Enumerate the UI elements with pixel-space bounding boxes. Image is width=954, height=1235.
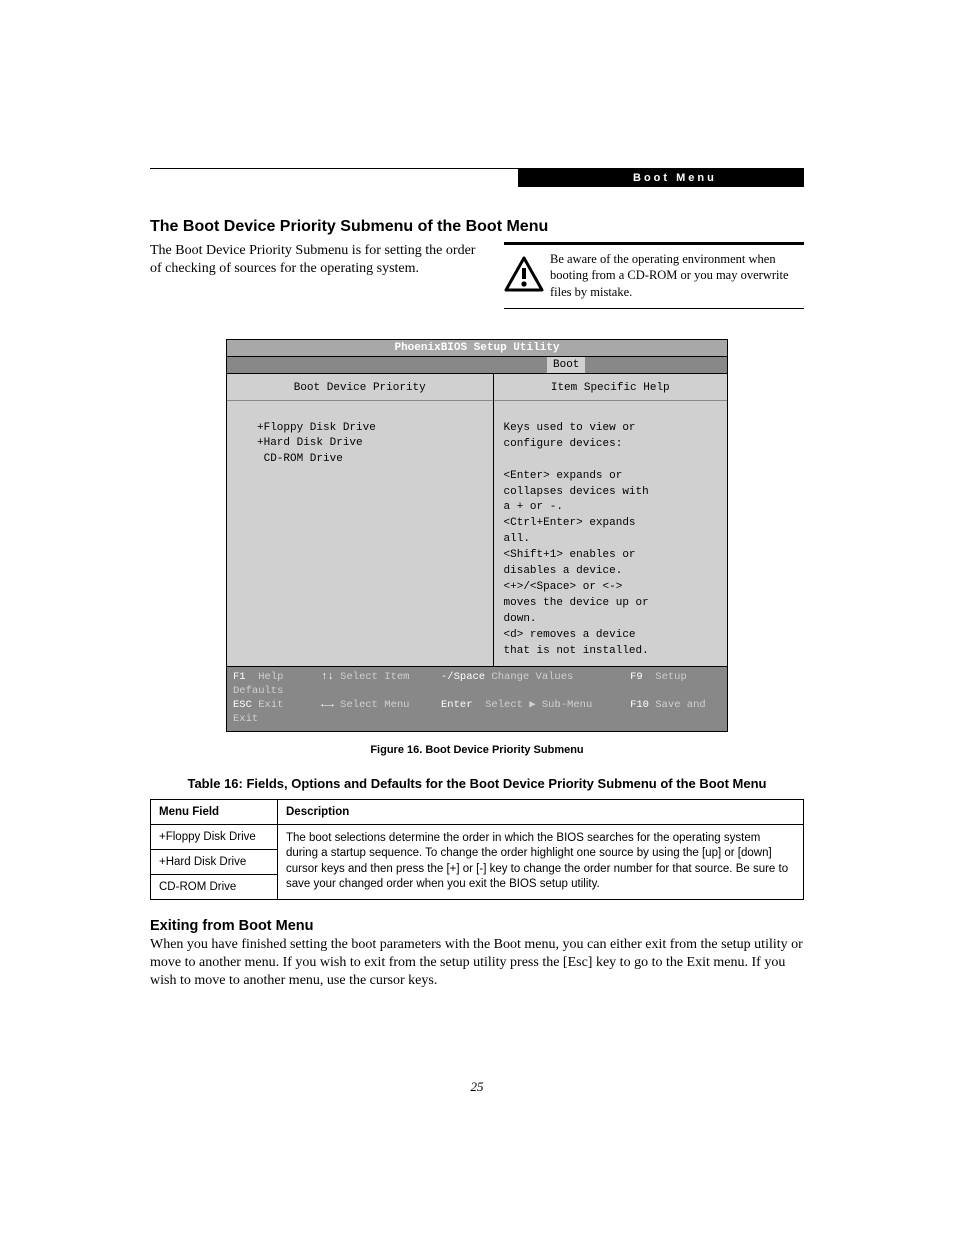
figure-caption: Figure 16. Boot Device Priority Submenu (150, 744, 804, 756)
bios-title: PhoenixBIOS Setup Utility (227, 340, 727, 357)
bios-key-f1-label: Help (258, 671, 283, 683)
bios-key-esc: ESC (233, 699, 252, 711)
intro-paragraph: The Boot Device Priority Submenu is for … (150, 242, 480, 277)
bios-help-text: Keys used to view or configure devices: … (504, 401, 717, 660)
table-caption: Table 16: Fields, Options and Defaults f… (150, 776, 804, 791)
bios-key-esc-label: Exit (258, 699, 283, 711)
exit-body: When you have finished setting the boot … (150, 936, 804, 991)
bios-key-enter: Enter (441, 699, 473, 711)
table-cell-description: The boot selections determine the order … (278, 824, 804, 899)
bios-key-minus-label: Change Values (491, 671, 573, 683)
bios-key-lr-label: Select Menu (340, 699, 409, 711)
bios-left-title: Boot Device Priority (237, 380, 483, 400)
table-header-description: Description (278, 799, 804, 824)
bios-right-title: Item Specific Help (504, 380, 717, 400)
bios-key-updown-label: Select Item (340, 671, 409, 683)
bios-device-list: +Floppy Disk Drive +Hard Disk Drive CD-R… (237, 401, 483, 467)
bios-active-tab: Boot (547, 357, 585, 373)
fields-table: Menu Field Description +Floppy Disk Driv… (150, 799, 804, 900)
warning-text: Be aware of the operating environment wh… (544, 251, 804, 300)
table-cell-menu-field: +Hard Disk Drive (151, 849, 278, 874)
warning-icon (504, 256, 544, 294)
bios-key-f9: F9 (630, 671, 643, 683)
bios-key-f1: F1 (233, 671, 246, 683)
bios-footer: F1 Help ↑↓ Select Item -/Space Change Va… (227, 666, 727, 731)
bios-key-enter-label: Select ▶ Sub-Menu (485, 699, 592, 711)
table-cell-menu-field: +Floppy Disk Drive (151, 824, 278, 849)
exit-title: Exiting from Boot Menu (150, 918, 804, 934)
bios-tab-bar: Boot (227, 357, 727, 374)
page-number: 25 (0, 1079, 954, 1095)
table-row: +Floppy Disk Drive The boot selections d… (151, 824, 804, 849)
bios-screenshot: PhoenixBIOS Setup Utility Boot Boot Devi… (226, 339, 728, 732)
table-cell-menu-field: CD-ROM Drive (151, 874, 278, 899)
section-title: The Boot Device Priority Submenu of the … (150, 218, 804, 236)
bios-key-f10: F10 (630, 699, 649, 711)
bios-key-updown: ↑↓ (321, 671, 334, 683)
section-header-bar: Boot Menu (518, 169, 804, 187)
table-header-row: Menu Field Description (151, 799, 804, 824)
bios-key-minus: -/Space (441, 671, 485, 683)
table-header-menu-field: Menu Field (151, 799, 278, 824)
bios-key-lr: ←→ (321, 699, 334, 711)
warning-callout: Be aware of the operating environment wh… (504, 242, 804, 309)
